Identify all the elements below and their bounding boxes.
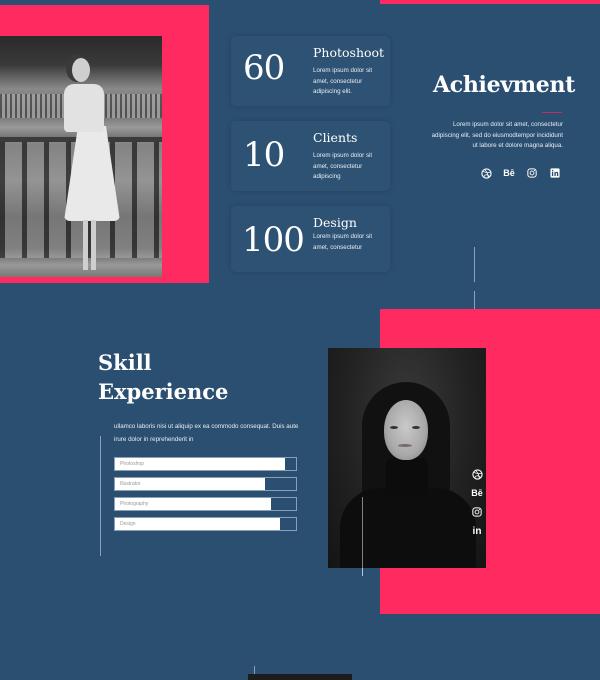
achievements-heading: Achievment — [433, 72, 576, 98]
decorative-accent-strip — [380, 0, 600, 4]
skill-bar: Photoshop — [114, 457, 297, 471]
skill-bar-label: Photoshop — [120, 461, 144, 467]
skill-bar-label: Photography — [120, 501, 149, 507]
skills-heading: Skill Experience — [98, 348, 228, 406]
next-section-photo — [248, 674, 352, 680]
decorative-line — [362, 497, 363, 576]
decorative-line — [100, 436, 101, 556]
stat-description: Lorem ipsum dolor sit amet, consectetur — [313, 233, 373, 251]
heading-underline — [542, 112, 562, 113]
achievements-description: Lorem ipsum dolor sit amet, consectetur … — [431, 121, 563, 149]
behance-icon[interactable]: Bē — [503, 167, 515, 179]
dribbble-icon[interactable] — [471, 468, 483, 480]
dribbble-icon[interactable] — [480, 167, 492, 179]
portrait-photo-woman — [328, 348, 486, 568]
photo-lips — [398, 444, 412, 447]
skill-bar: Design — [114, 517, 297, 531]
stat-card-photoshoot: 60 Photoshoot Lorem ipsum dolor sit amet… — [231, 36, 390, 106]
stat-title: Photoshoot — [313, 45, 385, 60]
skill-bar: Illustrator — [114, 477, 297, 491]
instagram-icon[interactable] — [471, 506, 483, 518]
behance-icon[interactable]: Bē — [471, 487, 483, 499]
stat-number: 100 — [242, 220, 305, 260]
photo-face — [384, 400, 428, 460]
skill-bar: Photography — [114, 497, 297, 511]
skill-bar-fill — [115, 518, 280, 530]
photo-eye — [412, 426, 420, 429]
linkedin-icon[interactable] — [549, 167, 561, 179]
stat-description: Lorem ipsum dolor sit amet, consectetur … — [313, 152, 373, 180]
stat-title: Design — [313, 215, 357, 230]
stat-number: 60 — [243, 48, 285, 88]
stat-card-clients: 10 Clients Lorem ipsum dolor sit amet, c… — [231, 121, 390, 191]
photo-eye — [390, 426, 398, 429]
linkedin-icon[interactable]: in — [471, 525, 483, 537]
decorative-line — [474, 247, 475, 282]
stat-description: Lorem ipsum dolor sit amet, consectetur … — [313, 67, 373, 95]
profile-social-links: Bē in — [471, 468, 483, 537]
skills-heading-line1: Skill — [98, 350, 152, 375]
skill-bar-label: Design — [120, 521, 136, 527]
skill-bar-label: Illustrator — [120, 481, 141, 487]
stat-number: 10 — [243, 135, 285, 175]
photo-turtleneck — [386, 458, 428, 498]
skills-description: ullamco laboris nisi ut aliquip ex ea co… — [114, 423, 299, 443]
skills-heading-line2: Experience — [98, 379, 229, 404]
photo-figure-torso — [64, 84, 104, 132]
photo-body — [340, 488, 476, 568]
portfolio-photo-woman-railing — [0, 36, 162, 277]
instagram-icon[interactable] — [526, 167, 538, 179]
stat-title: Clients — [313, 130, 358, 145]
photo-figure-head — [72, 58, 90, 82]
stat-card-design: 100 Design Lorem ipsum dolor sit amet, c… — [231, 206, 390, 272]
social-links: Bē — [480, 167, 561, 179]
photo-figure-legs — [80, 220, 100, 270]
